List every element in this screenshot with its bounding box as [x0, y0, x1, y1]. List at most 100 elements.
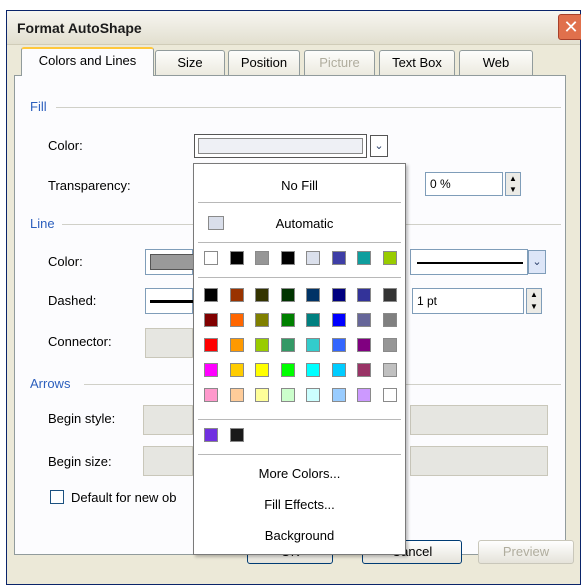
palette-color-swatch[interactable]	[280, 388, 295, 402]
scheme-color-swatch[interactable]	[204, 251, 218, 265]
palette-color-swatch[interactable]	[382, 288, 397, 302]
palette-color-swatch[interactable]	[229, 388, 244, 402]
scheme-color-swatch[interactable]	[306, 251, 320, 265]
palette-color-swatch[interactable]	[357, 388, 371, 402]
line-weight-spinner[interactable]: ▲ ▼	[526, 288, 542, 314]
tab-position[interactable]: Position	[228, 50, 300, 75]
popup-separator	[198, 242, 401, 243]
dialog-title: Format AutoShape	[17, 20, 142, 36]
default-for-new-objects-checkbox[interactable]	[50, 490, 64, 504]
popup-separator	[198, 454, 401, 455]
palette-color-swatch[interactable]	[255, 338, 269, 352]
fill-color-combo[interactable]	[194, 134, 367, 158]
line-color-combo[interactable]	[145, 249, 194, 275]
palette-color-swatch[interactable]	[255, 288, 269, 302]
palette-color-swatch[interactable]	[331, 288, 346, 302]
popup-separator	[198, 419, 401, 420]
palette-color-swatch[interactable]	[306, 363, 320, 377]
fill-section-title: Fill	[30, 99, 47, 114]
recent-color-swatch[interactable]	[204, 428, 218, 442]
palette-color-swatch[interactable]	[229, 363, 244, 377]
scheme-color-swatch[interactable]	[255, 251, 269, 265]
palette-color-swatch[interactable]	[229, 313, 244, 327]
fill-color-label: Color:	[48, 138, 83, 153]
palette-color-swatch[interactable]	[229, 338, 244, 352]
more-colors-option[interactable]: More Colors...	[194, 466, 405, 481]
palette-color-swatch[interactable]	[357, 363, 371, 377]
scheme-color-swatch[interactable]	[382, 251, 397, 265]
line-color-label: Color:	[48, 254, 83, 269]
palette-color-swatch[interactable]	[306, 288, 320, 302]
arrows-section-title: Arrows	[30, 376, 71, 391]
fill-divider	[56, 107, 561, 108]
recent-color-swatch[interactable]	[229, 428, 244, 442]
scheme-color-swatch[interactable]	[280, 251, 295, 265]
popup-separator	[198, 202, 401, 203]
connector-combo	[145, 328, 193, 358]
palette-color-swatch[interactable]	[280, 313, 295, 327]
tab-web[interactable]: Web	[459, 50, 533, 75]
background-option[interactable]: Background	[194, 528, 405, 543]
palette-color-swatch[interactable]	[306, 388, 320, 402]
transparency-input[interactable]: 0 %	[425, 172, 503, 196]
line-style-dropdown-arrow[interactable]: ⌄	[528, 250, 546, 274]
palette-color-swatch[interactable]	[382, 363, 397, 377]
fill-color-preview	[198, 138, 363, 154]
line-style-combo[interactable]	[410, 249, 528, 275]
automatic-option[interactable]: Automatic	[199, 216, 410, 231]
begin-style-combo	[143, 405, 193, 435]
begin-size-combo	[143, 446, 193, 476]
connector-label: Connector:	[48, 334, 112, 349]
palette-color-swatch[interactable]	[204, 388, 218, 402]
no-fill-option[interactable]: No Fill	[194, 178, 405, 193]
palette-color-swatch[interactable]	[204, 288, 218, 302]
dashed-preview	[150, 300, 194, 303]
tab-size[interactable]: Size	[155, 50, 225, 75]
title-bar[interactable]: Format AutoShape ✕	[7, 11, 581, 45]
line-weight-input[interactable]: 1 pt	[412, 288, 524, 314]
palette-color-swatch[interactable]	[382, 338, 397, 352]
scheme-color-swatch[interactable]	[331, 251, 346, 265]
scheme-color-swatch[interactable]	[357, 251, 371, 265]
palette-color-swatch[interactable]	[255, 313, 269, 327]
palette-color-swatch[interactable]	[280, 363, 295, 377]
palette-color-swatch[interactable]	[357, 338, 371, 352]
palette-color-swatch[interactable]	[331, 388, 346, 402]
dashed-label: Dashed:	[48, 293, 97, 308]
line-style-preview	[417, 262, 523, 264]
tab-picture: Picture	[304, 50, 375, 75]
palette-color-swatch[interactable]	[382, 313, 397, 327]
palette-color-swatch[interactable]	[306, 338, 320, 352]
close-button[interactable]: ✕	[558, 14, 581, 40]
tab-text-box[interactable]: Text Box	[379, 50, 455, 75]
tab-colors-and-lines[interactable]: Colors and Lines	[21, 47, 154, 76]
transparency-spinner[interactable]: ▲ ▼	[505, 172, 521, 196]
fill-color-dropdown-arrow[interactable]: ⌄	[370, 135, 388, 157]
scheme-color-swatch[interactable]	[229, 251, 244, 265]
palette-color-swatch[interactable]	[331, 363, 346, 377]
palette-color-swatch[interactable]	[204, 313, 218, 327]
transparency-label: Transparency:	[48, 178, 131, 193]
end-size-combo	[410, 446, 548, 476]
palette-color-swatch[interactable]	[204, 363, 218, 377]
begin-style-label: Begin style:	[48, 411, 116, 426]
palette-color-swatch[interactable]	[306, 313, 320, 327]
begin-size-label: Begin size:	[48, 454, 112, 469]
palette-color-swatch[interactable]	[357, 313, 371, 327]
preview-button: Preview	[478, 540, 574, 564]
palette-color-swatch[interactable]	[255, 363, 269, 377]
palette-color-swatch[interactable]	[357, 288, 371, 302]
palette-color-swatch[interactable]	[229, 288, 244, 302]
palette-color-swatch[interactable]	[280, 288, 295, 302]
fill-effects-option[interactable]: Fill Effects...	[194, 497, 405, 512]
palette-color-swatch[interactable]	[382, 388, 397, 402]
palette-color-swatch[interactable]	[280, 338, 295, 352]
palette-color-swatch[interactable]	[204, 338, 218, 352]
palette-color-swatch[interactable]	[331, 338, 346, 352]
palette-color-swatch[interactable]	[255, 388, 269, 402]
dashed-combo[interactable]	[145, 288, 194, 314]
default-for-new-objects-label: Default for new ob	[71, 490, 177, 505]
palette-color-swatch[interactable]	[331, 313, 346, 327]
line-color-preview	[150, 254, 194, 270]
fill-color-popup: No Fill Automatic More Colors... Fill Ef…	[193, 163, 406, 555]
